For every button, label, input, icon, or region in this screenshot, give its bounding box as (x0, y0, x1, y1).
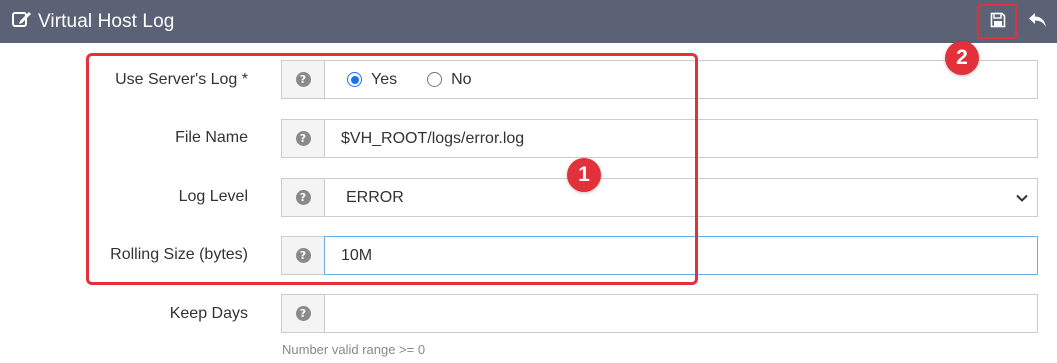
edit-icon (12, 10, 32, 33)
callout-box-1 (86, 53, 698, 285)
panel-header: Virtual Host Log (0, 0, 1057, 43)
callout-box-2 (977, 4, 1017, 39)
keep-days-label: Keep Days (169, 305, 248, 322)
keep-days-hint: Number valid range >= 0 (282, 342, 426, 357)
keep-days-input[interactable] (324, 294, 1038, 333)
keep-days-help[interactable]: ? (281, 294, 325, 333)
undo-icon (1028, 11, 1048, 34)
undo-button[interactable] (1026, 8, 1050, 36)
callout-badge-1: 1 (567, 158, 601, 192)
question-icon: ? (295, 306, 311, 321)
panel-header-title-group: Virtual Host Log (12, 0, 174, 43)
callout-badge-2: 2 (945, 41, 979, 75)
chevron-down-icon (1015, 191, 1029, 210)
panel-title: Virtual Host Log (38, 10, 175, 32)
